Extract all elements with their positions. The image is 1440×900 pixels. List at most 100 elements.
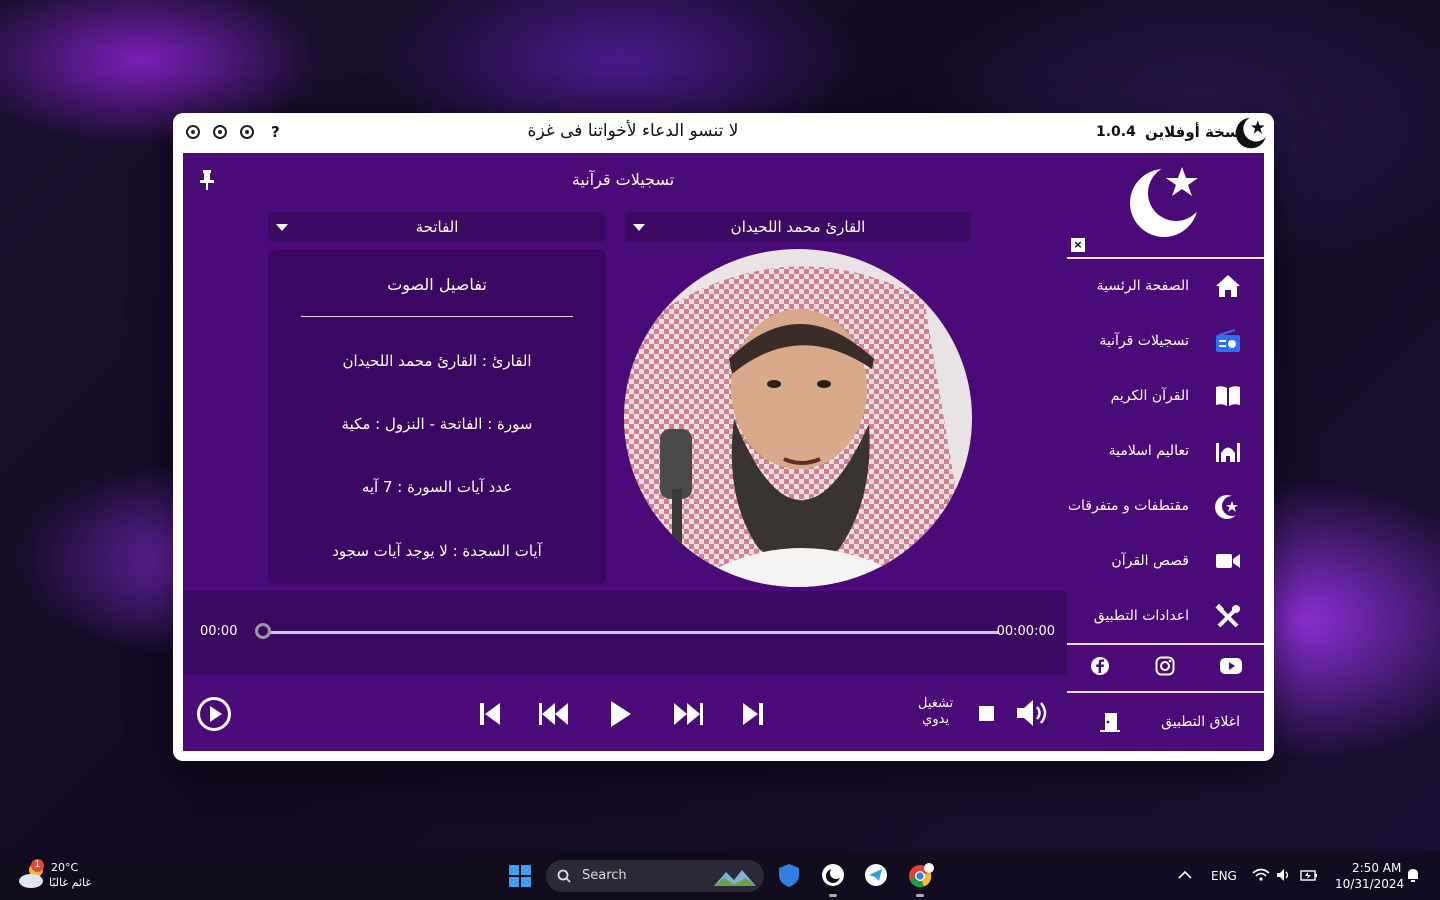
recordings-panel: تسجيلات قرآنية القارئ محمد اللحيدان الفا… — [183, 153, 1067, 591]
book-icon — [1216, 386, 1240, 406]
title-bar: ? لا تنسو الدعاء لأخواتنا فى غزة 1.0.4 ن… — [173, 113, 1274, 153]
surah-dropdown-value: الفاتحة — [415, 218, 459, 236]
seek-area: 00:00 00:00:00 — [183, 591, 1067, 675]
reciter-avatar — [624, 249, 972, 587]
player-controls: تشغيل يدوي — [183, 675, 1067, 751]
detail-sajda: آيات السجدة : لا يوجد آيات سجود — [332, 542, 542, 560]
wifi-icon[interactable] — [1252, 868, 1270, 882]
sidebar-item-label: مقتطفات و متفرقات — [1067, 498, 1189, 514]
pin-icon[interactable] — [199, 169, 215, 191]
sidebar-item-label: تعاليم اسلامية — [1108, 443, 1189, 459]
telegram-icon[interactable] — [864, 863, 888, 887]
sidebar-item-label: تسجيلات قرآنية — [1099, 333, 1189, 349]
search-placeholder: Search — [582, 868, 627, 883]
page-title: تسجيلات قرآنية — [571, 170, 675, 189]
stop-icon[interactable] — [979, 706, 994, 721]
detail-reciter: القارئ : القارئ محمد اللحيدان — [342, 352, 532, 370]
weather-temperature: 20°C — [51, 861, 79, 874]
playback-mode-line2: يدوي — [922, 712, 950, 727]
play-circle-icon[interactable] — [196, 696, 232, 732]
chevron-down-icon — [276, 224, 288, 231]
sidebar-item-label: الصفحة الرئسية — [1096, 278, 1189, 294]
crescent-star-icon — [1215, 495, 1241, 519]
close-app-label: اغلاق التطبيق — [1161, 714, 1240, 730]
total-duration: 00:00:00 — [996, 624, 1055, 639]
skip-to-end-icon[interactable] — [741, 701, 765, 727]
offline-label: نسخة أوفلاين — [1145, 123, 1246, 141]
app-logo-small-icon — [1235, 116, 1268, 149]
taskbar: 1 20°C غائم غالبًا Search ENG 2:50 AM 10… — [0, 851, 1440, 900]
defender-shield-icon[interactable] — [778, 863, 800, 888]
active-indicator — [829, 894, 837, 897]
chevron-up-icon[interactable] — [1178, 870, 1192, 880]
sidebar-item-home[interactable]: الصفحة الرئسية — [1067, 259, 1264, 314]
youtube-icon[interactable] — [1219, 656, 1243, 676]
rewind-icon[interactable] — [539, 702, 569, 726]
help-button[interactable]: ? — [271, 123, 280, 141]
divider — [301, 316, 573, 317]
mosque-icon — [1216, 443, 1240, 462]
audio-details-title: تفاصيل الصوت — [387, 275, 487, 294]
close-app-button[interactable]: اغلاق التطبيق — [1067, 693, 1264, 749]
detail-ayat-count: عدد آيات السورة : 7 آيه — [361, 478, 513, 496]
dua-marquee: لا تنسو الدعاء لأخواتنا فى غزة — [527, 121, 739, 141]
notification-bell-icon[interactable] — [1405, 867, 1421, 883]
detail-surah: سورة : الفاتحة - النزول : مكية — [341, 415, 533, 433]
version-label: 1.0.4 — [1096, 124, 1136, 140]
sidebar-item-label: قصص القرآن — [1111, 553, 1189, 569]
window-control-maximize[interactable] — [213, 125, 227, 139]
window-control-close[interactable] — [186, 125, 200, 139]
audio-details-card: تفاصيل الصوت القارئ : القارئ محمد اللحيد… — [268, 250, 606, 584]
surah-dropdown[interactable]: الفاتحة — [268, 212, 606, 242]
active-indicator — [916, 894, 924, 897]
weather-badge: 1 — [31, 859, 44, 872]
speaker-icon[interactable] — [1276, 868, 1292, 882]
windows-start-icon[interactable] — [509, 865, 531, 887]
video-icon — [1216, 554, 1240, 568]
window-control-minimize[interactable] — [240, 125, 254, 139]
app-crescent-taskbar-icon[interactable] — [821, 863, 845, 887]
tools-icon — [1215, 604, 1240, 628]
reciter-dropdown[interactable]: القارئ محمد اللحيدان — [625, 212, 971, 242]
progress-track[interactable] — [263, 631, 999, 634]
app-window: ? لا تنسو الدعاء لأخواتنا فى غزة 1.0.4 ن… — [173, 113, 1274, 761]
radio-icon — [1216, 329, 1240, 352]
crescent-star-logo-icon — [1130, 165, 1202, 237]
weather-condition: غائم غالبًا — [49, 876, 92, 889]
sidebar-item-label: القرآن الكريم — [1110, 388, 1189, 404]
sidebar-item-stories[interactable]: قصص القرآن — [1067, 534, 1264, 589]
sidebar-item-excerpts[interactable]: مقتطفات و متفرقات — [1067, 479, 1264, 534]
elapsed-time: 00:00 — [200, 624, 238, 639]
instagram-icon[interactable] — [1155, 656, 1175, 676]
search-icon — [557, 869, 571, 883]
sidebar-item-settings[interactable]: اعدادات التطبيق — [1067, 589, 1264, 644]
divider — [1067, 643, 1264, 645]
sidebar-item-recordings[interactable]: تسجيلات قرآنية — [1067, 314, 1264, 369]
playback-mode-line1: تشغيل — [918, 696, 954, 711]
taskbar-search[interactable]: Search — [546, 860, 764, 892]
sidebar-item-teachings[interactable]: تعاليم اسلامية — [1067, 424, 1264, 479]
battery-icon[interactable] — [1300, 868, 1318, 882]
input-language[interactable]: ENG — [1211, 869, 1237, 883]
reciter-dropdown-value: القارئ محمد اللحيدان — [730, 218, 866, 236]
chevron-down-icon — [633, 224, 645, 231]
home-icon — [1216, 275, 1240, 297]
skip-to-start-icon[interactable] — [478, 701, 502, 727]
clock-time[interactable]: 2:50 AM — [1352, 861, 1401, 875]
volume-icon[interactable] — [1016, 699, 1052, 727]
search-highlight-icon — [714, 870, 756, 886]
facebook-icon[interactable] — [1090, 656, 1110, 676]
play-icon[interactable] — [609, 700, 633, 728]
exit-door-icon — [1100, 713, 1120, 732]
chrome-icon[interactable] — [908, 863, 934, 889]
clock-date[interactable]: 10/31/2024 — [1335, 877, 1404, 891]
playback-mode-toggle[interactable]: تشغيل يدوي — [918, 696, 953, 728]
main-area: تسجيلات قرآنية القارئ محمد اللحيدان الفا… — [183, 153, 1067, 751]
fast-forward-icon[interactable] — [673, 702, 703, 726]
sidebar: × الصفحة الرئسية تسجيلات قرآنية القرآن ا… — [1067, 153, 1264, 751]
sidebar-logo-area: × — [1067, 153, 1264, 257]
sidebar-item-label: اعدادات التطبيق — [1093, 608, 1189, 624]
close-icon[interactable]: × — [1071, 238, 1085, 252]
sidebar-item-quran[interactable]: القرآن الكريم — [1067, 369, 1264, 424]
progress-thumb[interactable] — [255, 623, 271, 639]
